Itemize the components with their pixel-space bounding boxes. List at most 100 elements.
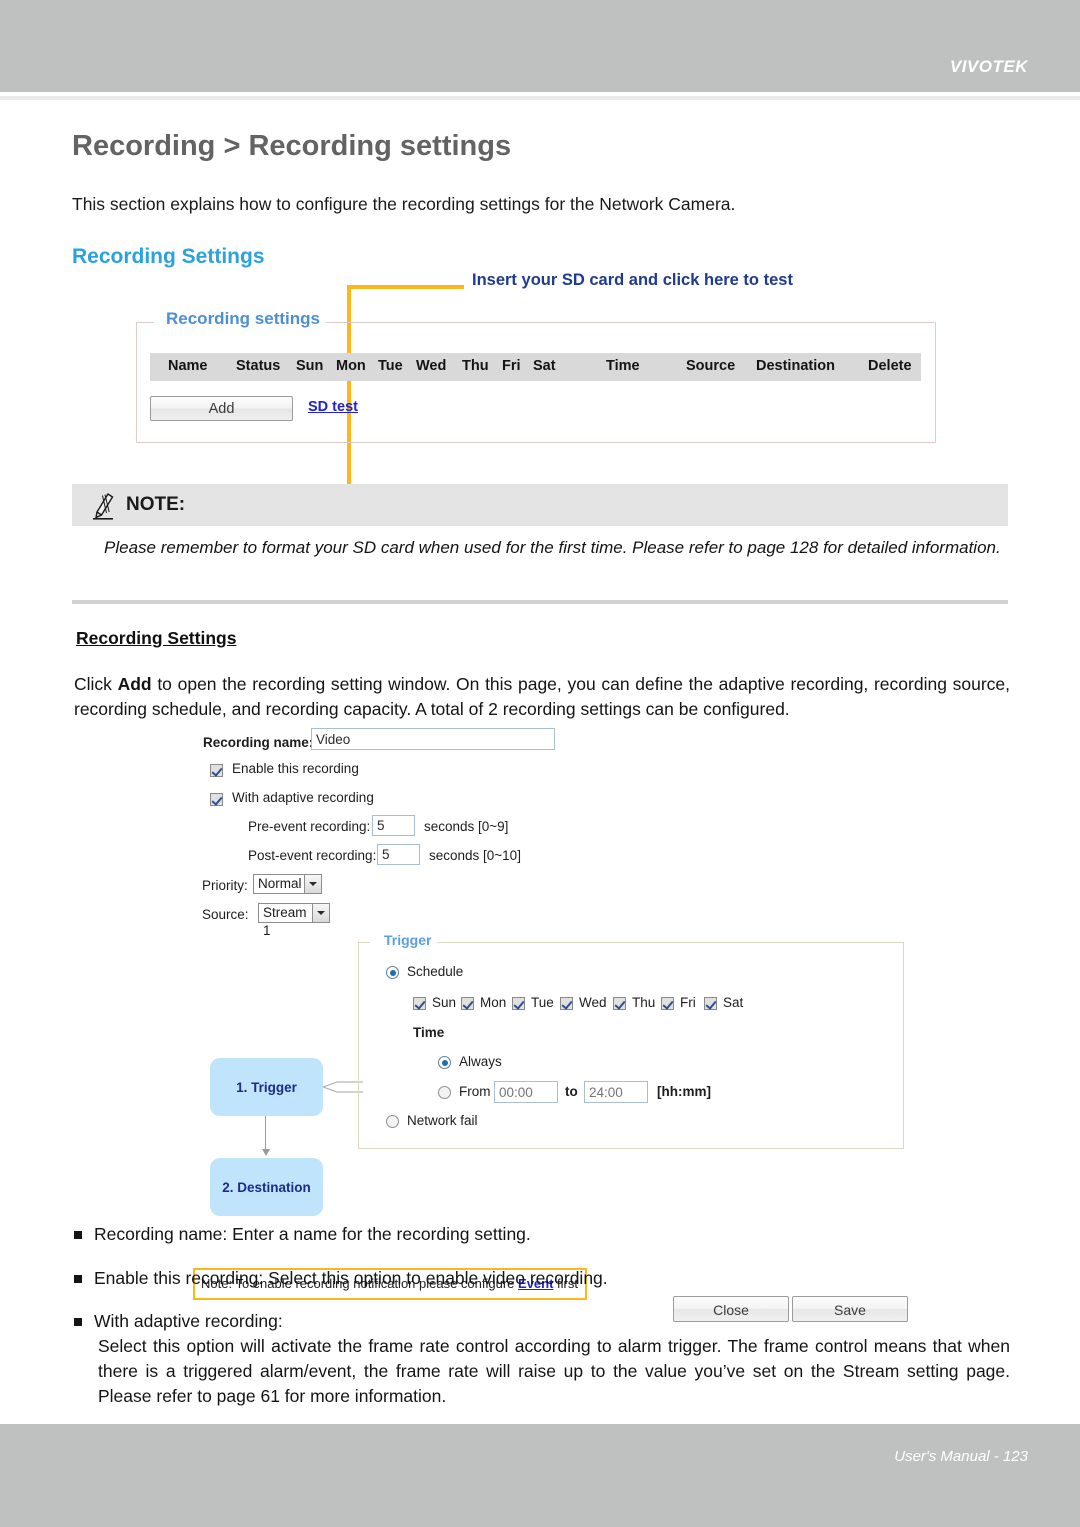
header-divider	[0, 96, 1080, 100]
day-label-mon: Mon	[480, 995, 507, 1010]
page-header: VIVOTEK	[0, 0, 1080, 92]
step-flow-arrow-icon	[261, 1116, 270, 1156]
column-header-delete: Delete	[868, 358, 912, 374]
chevron-down-icon	[304, 875, 321, 893]
column-header-wed: Wed	[416, 358, 447, 374]
chevron-down-icon	[312, 904, 329, 922]
with-adaptive-recording-checkbox[interactable]	[210, 793, 223, 806]
with-adaptive-recording-label: With adaptive recording	[232, 790, 374, 805]
bullet-text: With adaptive recording:	[94, 1311, 283, 1331]
paragraph-part-post: to open the recording setting window. On…	[74, 674, 1011, 719]
bullet-square-icon	[74, 1231, 82, 1239]
paragraph-part-bold: Add	[117, 674, 152, 694]
callout-leader-line-horizontal	[347, 285, 464, 289]
trigger-legend: Trigger	[380, 932, 436, 948]
step-connector-line	[323, 1081, 363, 1093]
page-footer: User's Manual - 123	[0, 1424, 1080, 1527]
schedule-radio[interactable]	[386, 966, 399, 979]
intro-paragraph: This section explains how to configure t…	[72, 194, 736, 214]
priority-label: Priority:	[202, 878, 248, 893]
step-trigger-box[interactable]: 1. Trigger	[210, 1058, 323, 1116]
day-checkbox-sun[interactable]	[413, 997, 426, 1010]
note-body-text: Please remember to format your SD card w…	[104, 538, 1001, 557]
add-button[interactable]: Add	[150, 396, 293, 421]
day-label-fri: Fri	[680, 995, 696, 1010]
step-destination-box[interactable]: 2. Destination	[210, 1158, 323, 1216]
time-to-input[interactable]	[584, 1081, 648, 1103]
day-label-tue: Tue	[531, 995, 554, 1010]
column-header-status: Status	[236, 358, 281, 374]
source-selected-value: Stream 1	[263, 905, 307, 938]
network-fail-label: Network fail	[407, 1113, 478, 1128]
recording-settings-legend: Recording settings	[160, 309, 326, 329]
time-always-label: Always	[459, 1054, 502, 1069]
pre-event-recording-units: seconds [0~9]	[424, 819, 509, 834]
section-heading-recording-settings: Recording Settings	[72, 245, 265, 268]
recording-name-label: Recording name:	[203, 735, 314, 750]
enable-this-recording-label: Enable this recording	[232, 761, 359, 776]
column-header-source: Source	[686, 358, 736, 374]
bullet-text: Enable this recording: Select this optio…	[94, 1268, 608, 1288]
footer-page-label: User's Manual - 123	[894, 1448, 1028, 1465]
recording-settings-panel	[136, 322, 936, 443]
column-header-fri: Fri	[502, 358, 521, 374]
list-item: Recording name: Enter a name for the rec…	[74, 1222, 1010, 1247]
bullet-continuation-text: Select this option will activate the fra…	[98, 1336, 1010, 1406]
recording-name-input[interactable]	[311, 728, 555, 750]
post-event-recording-units: seconds [0~10]	[429, 848, 521, 863]
page-title: Recording > Recording settings	[72, 130, 512, 162]
day-checkbox-sat[interactable]	[704, 997, 717, 1010]
day-checkbox-fri[interactable]	[661, 997, 674, 1010]
post-event-recording-label: Post-event recording:	[248, 848, 377, 863]
column-header-thu: Thu	[462, 358, 489, 374]
enable-this-recording-checkbox[interactable]	[210, 764, 223, 777]
day-checkbox-tue[interactable]	[512, 997, 525, 1010]
callout-annotation-label: Insert your SD card and click here to te…	[472, 271, 793, 289]
source-select[interactable]: Stream 1	[258, 903, 330, 938]
sub-section-paragraph: Click Add to open the recording setting …	[74, 672, 1010, 722]
day-label-wed: Wed	[579, 995, 607, 1010]
schedule-label: Schedule	[407, 964, 464, 979]
paragraph-part-pre: Click	[74, 674, 118, 694]
time-sub-label: Time	[413, 1025, 445, 1040]
list-item: Enable this recording: Select this optio…	[74, 1266, 1010, 1291]
pencil-icon	[93, 493, 114, 520]
column-header-sat: Sat	[533, 358, 556, 374]
sub-section-heading: Recording Settings	[76, 628, 237, 648]
time-from-input[interactable]	[494, 1081, 558, 1103]
post-event-recording-input[interactable]	[377, 844, 420, 865]
source-label: Source:	[202, 907, 249, 922]
time-from-label: From	[459, 1084, 491, 1099]
note-label: NOTE:	[126, 494, 186, 515]
priority-select[interactable]: Normal	[253, 874, 322, 894]
day-checkbox-thu[interactable]	[613, 997, 626, 1010]
day-label-thu: Thu	[632, 995, 656, 1010]
list-item: With adaptive recording: Select this opt…	[74, 1309, 1010, 1409]
note-banner: NOTE:	[72, 484, 1008, 526]
column-header-mon: Mon	[336, 358, 366, 374]
time-from-radio[interactable]	[438, 1086, 451, 1099]
note-bottom-divider	[72, 600, 1008, 604]
column-header-tue: Tue	[378, 358, 403, 374]
column-header-name: Name	[168, 358, 208, 374]
bullet-square-icon	[74, 1275, 82, 1283]
column-header-sun: Sun	[296, 358, 324, 374]
time-to-label: to	[565, 1084, 578, 1099]
day-label-sat: Sat	[723, 995, 744, 1010]
time-always-radio[interactable]	[438, 1056, 451, 1069]
vivotek-logo: VIVOTEK	[949, 57, 1028, 76]
pre-event-recording-label: Pre-event recording:	[248, 819, 371, 834]
day-checkbox-mon[interactable]	[461, 997, 474, 1010]
bullet-square-icon	[74, 1318, 82, 1326]
time-format-hint: [hh:mm]	[657, 1084, 711, 1099]
day-checkbox-wed[interactable]	[560, 997, 573, 1010]
recording-table-header: Name Status Sun Mon Tue Wed Thu Fri Sat …	[150, 353, 921, 381]
network-fail-radio[interactable]	[386, 1115, 399, 1128]
column-header-time: Time	[606, 358, 640, 374]
sd-test-link[interactable]: SD test	[308, 399, 358, 415]
priority-selected-value: Normal	[258, 876, 302, 891]
day-label-sun: Sun	[432, 995, 457, 1010]
column-header-destination: Destination	[756, 358, 835, 374]
bullet-text: Recording name: Enter a name for the rec…	[94, 1224, 531, 1244]
pre-event-recording-input[interactable]	[372, 815, 415, 836]
